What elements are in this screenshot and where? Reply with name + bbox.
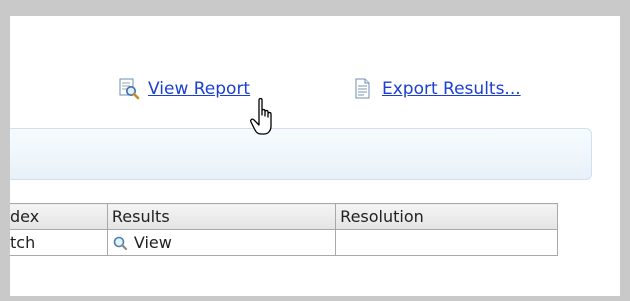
results-table: dex Results Resolution tch View bbox=[10, 203, 558, 256]
report-magnifier-icon bbox=[118, 78, 140, 100]
panel-header bbox=[10, 128, 592, 180]
column-header-index[interactable]: dex bbox=[10, 203, 108, 230]
cell-index: tch bbox=[10, 229, 108, 256]
view-report-link[interactable]: View Report bbox=[118, 78, 250, 100]
cell-index-text: tch bbox=[10, 233, 36, 252]
column-header-results-label: Results bbox=[111, 207, 170, 226]
results-view: View Report Export Results... dex Result… bbox=[10, 16, 620, 296]
column-header-resolution-label: Resolution bbox=[340, 207, 424, 226]
export-results-label: Export Results... bbox=[382, 79, 521, 99]
view-report-label: View Report bbox=[148, 79, 251, 99]
column-header-resolution[interactable]: Resolution bbox=[335, 203, 558, 230]
document-icon bbox=[352, 78, 374, 100]
column-header-results[interactable]: Results bbox=[106, 203, 337, 230]
magnifier-icon bbox=[112, 235, 128, 251]
column-header-index-label: dex bbox=[10, 207, 40, 226]
table-row[interactable]: tch View bbox=[10, 229, 558, 256]
export-results-link[interactable]: Export Results... bbox=[352, 78, 521, 100]
cell-results: View bbox=[106, 229, 337, 256]
view-results-label: View bbox=[133, 233, 172, 252]
cell-resolution bbox=[335, 229, 558, 256]
view-results-link[interactable]: View bbox=[112, 231, 335, 255]
table-header-row: dex Results Resolution bbox=[10, 203, 558, 230]
action-bar: View Report Export Results... bbox=[10, 16, 620, 126]
